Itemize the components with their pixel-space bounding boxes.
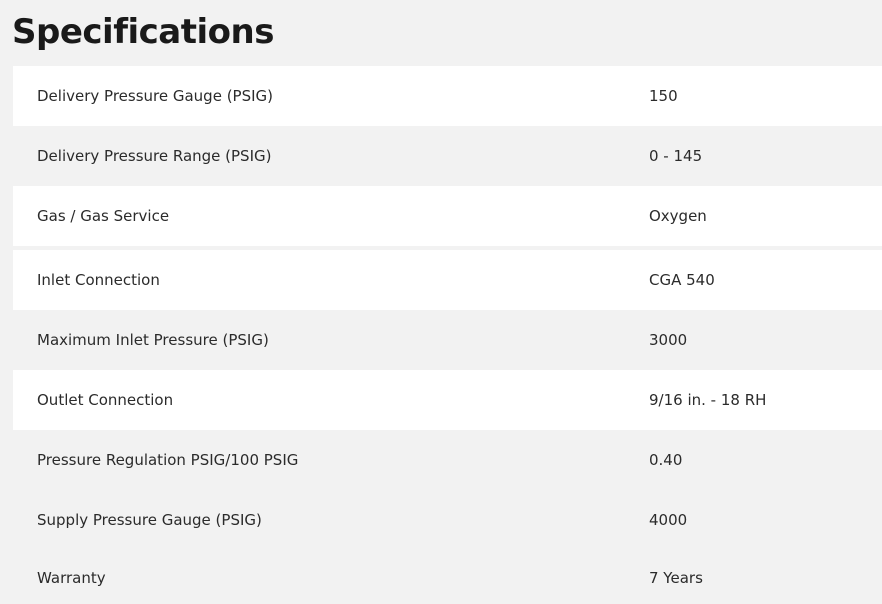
spec-row: Maximum Inlet Pressure (PSIG) 3000 <box>13 310 882 370</box>
page-title: Specifications <box>12 12 274 52</box>
spec-label: Delivery Pressure Gauge (PSIG) <box>37 87 274 105</box>
spec-value: 0 - 145 <box>649 147 703 165</box>
spec-row: Gas / Gas Service Oxygen <box>13 186 882 246</box>
spec-label: Delivery Pressure Range (PSIG) <box>37 147 272 165</box>
spec-label: Maximum Inlet Pressure (PSIG) <box>37 331 269 349</box>
spec-label: Pressure Regulation PSIG/100 PSIG <box>37 451 299 469</box>
spec-row: Supply Pressure Gauge (PSIG) 4000 <box>13 490 882 549</box>
spec-value: 3000 <box>649 331 688 349</box>
spec-label: Inlet Connection <box>37 271 160 289</box>
spec-value: 7 Years <box>649 569 703 587</box>
spec-value: Oxygen <box>649 207 707 225</box>
spec-row: Delivery Pressure Gauge (PSIG) 150 <box>13 66 882 126</box>
spec-label: Supply Pressure Gauge (PSIG) <box>37 510 262 529</box>
spec-row: Outlet Connection 9/16 in. - 18 RH <box>13 370 882 430</box>
spec-value: 9/16 in. - 18 RH <box>649 391 767 409</box>
spec-label: Warranty <box>37 569 106 587</box>
specifications-table: Delivery Pressure Gauge (PSIG) 150 Deliv… <box>13 66 882 604</box>
spec-label: Gas / Gas Service <box>37 207 170 225</box>
spec-row: Warranty 7 Years <box>13 549 882 604</box>
spec-row: Inlet Connection CGA 540 <box>13 250 882 310</box>
spec-value: 4000 <box>649 510 688 529</box>
spec-row: Delivery Pressure Range (PSIG) 0 - 145 <box>13 126 882 186</box>
spec-value: 0.40 <box>649 451 683 469</box>
spec-row: Pressure Regulation PSIG/100 PSIG 0.40 <box>13 430 882 490</box>
spec-value: CGA 540 <box>649 271 715 289</box>
spec-value: 150 <box>649 87 678 105</box>
spec-label: Outlet Connection <box>37 391 174 409</box>
